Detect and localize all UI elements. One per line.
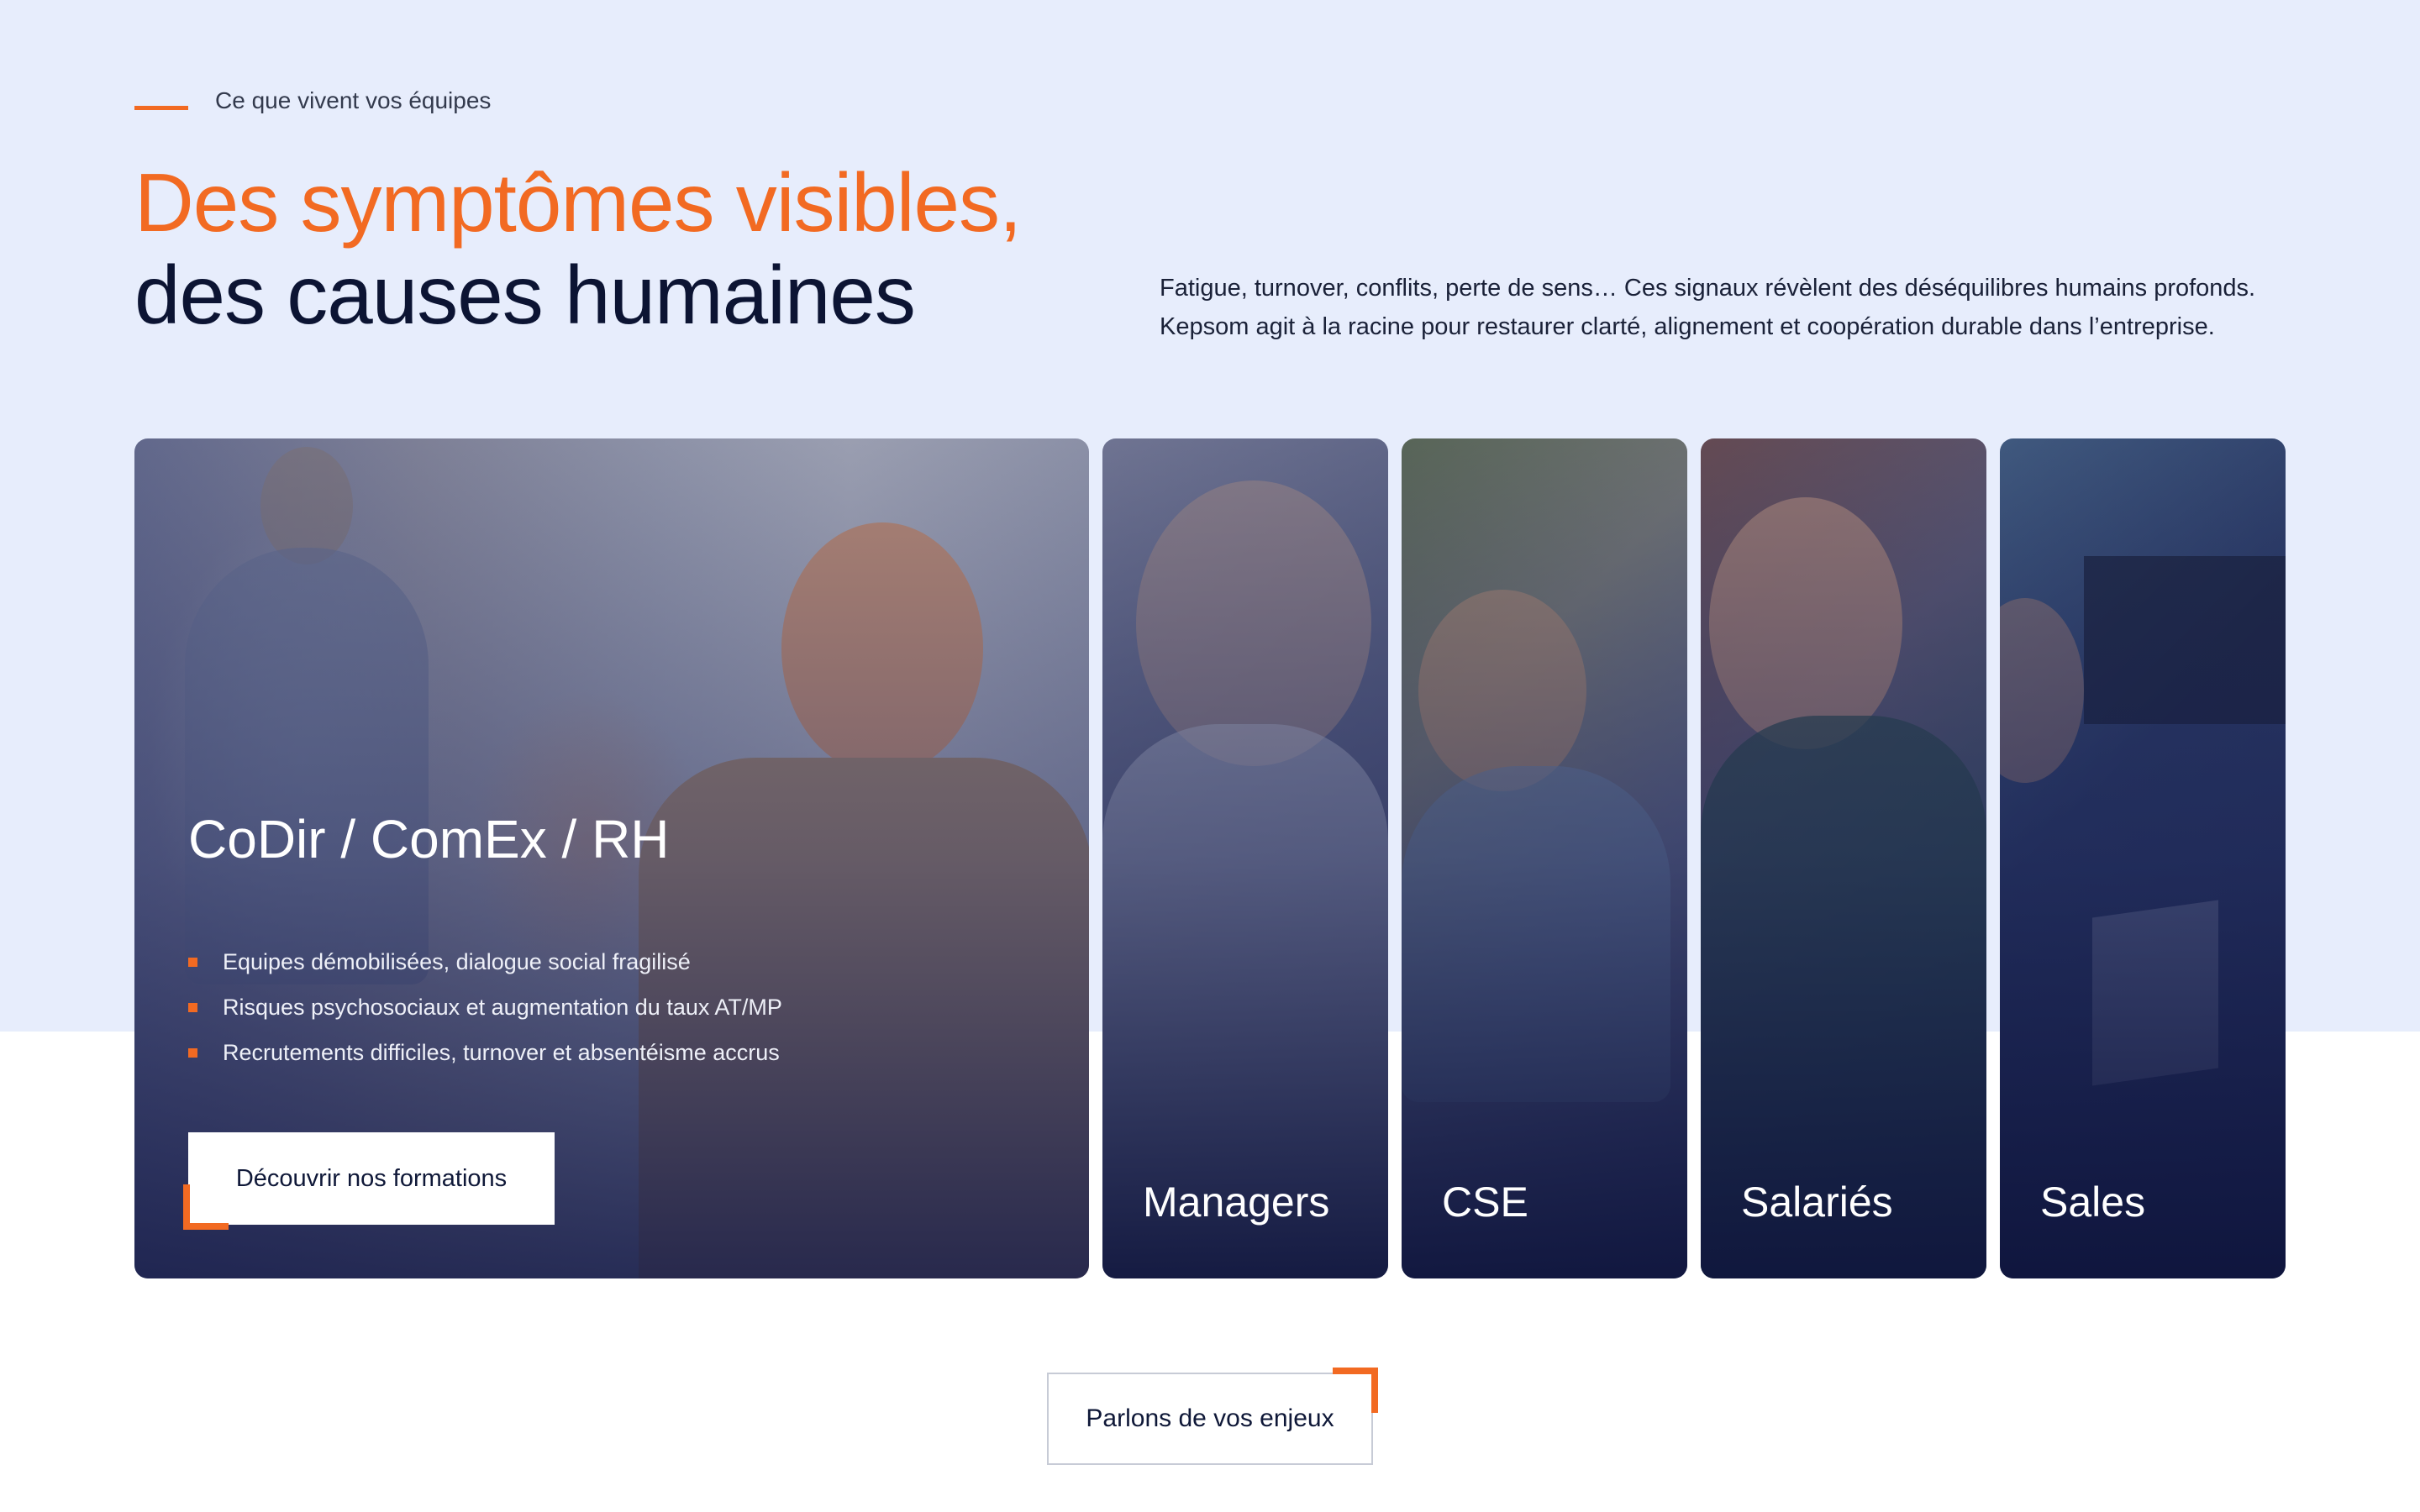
discover-formations-button[interactable]: Découvrir nos formations bbox=[183, 1132, 555, 1230]
eyebrow-text: Ce que vivent vos équipes bbox=[215, 87, 492, 113]
card-label: Salariés bbox=[1741, 1179, 1893, 1226]
intro-paragraph: Fatigue, turnover, conflits, perte de se… bbox=[1160, 275, 2256, 340]
eyebrow-line bbox=[134, 105, 188, 110]
bullet-square-icon bbox=[188, 957, 197, 967]
headline-line-1: Des symptômes visibles, bbox=[134, 156, 1022, 249]
eyebrow: Ce que vivent vos équipes bbox=[134, 87, 491, 114]
card-overlay bbox=[1701, 438, 1986, 1278]
corner-accent-icon bbox=[1333, 1368, 1378, 1413]
card-title: CoDir / ComEx / RH bbox=[188, 809, 670, 869]
bullet-square-icon bbox=[188, 1002, 197, 1012]
card-bullet-list: Equipes démobilisées, dialogue social fr… bbox=[188, 939, 782, 1075]
corner-accent-icon bbox=[183, 1184, 229, 1230]
headline-line-2: des causes humaines bbox=[134, 249, 916, 341]
bullet-item: Equipes démobilisées, dialogue social fr… bbox=[188, 939, 782, 984]
card-codir-comex-rh[interactable]: CoDir / ComEx / RH Equipes démobilisées,… bbox=[134, 438, 1089, 1278]
bullet-square-icon bbox=[188, 1047, 197, 1058]
talk-about-challenges-button[interactable]: Parlons de vos enjeux bbox=[1047, 1368, 1378, 1465]
card-salaries[interactable]: Salariés bbox=[1701, 438, 1986, 1278]
card-label: Managers bbox=[1143, 1179, 1330, 1226]
bullet-item: Recrutements difficiles, turnover et abs… bbox=[188, 1030, 782, 1075]
talk-about-challenges-label: Parlons de vos enjeux bbox=[1086, 1404, 1334, 1432]
card-sales[interactable]: Sales bbox=[2000, 438, 2286, 1278]
card-overlay bbox=[2000, 438, 2286, 1278]
section-headline: Des symptômes visibles, des causes humai… bbox=[134, 156, 1143, 341]
bullet-text: Recrutements difficiles, turnover et abs… bbox=[223, 1039, 780, 1065]
card-managers[interactable]: Managers bbox=[1102, 438, 1388, 1278]
card-label: CSE bbox=[1442, 1179, 1528, 1226]
card-cse[interactable]: CSE bbox=[1402, 438, 1687, 1278]
card-overlay bbox=[1402, 438, 1687, 1278]
card-label: Sales bbox=[2040, 1179, 2146, 1226]
bullet-item: Risques psychosociaux et augmentation du… bbox=[188, 984, 782, 1030]
bullet-text: Equipes démobilisées, dialogue social fr… bbox=[223, 948, 691, 974]
discover-formations-label: Découvrir nos formations bbox=[235, 1164, 508, 1192]
bullet-text: Risques psychosociaux et augmentation du… bbox=[223, 994, 782, 1020]
card-overlay bbox=[1102, 438, 1388, 1278]
audience-cards: CoDir / ComEx / RH Equipes démobilisées,… bbox=[134, 438, 2286, 1278]
